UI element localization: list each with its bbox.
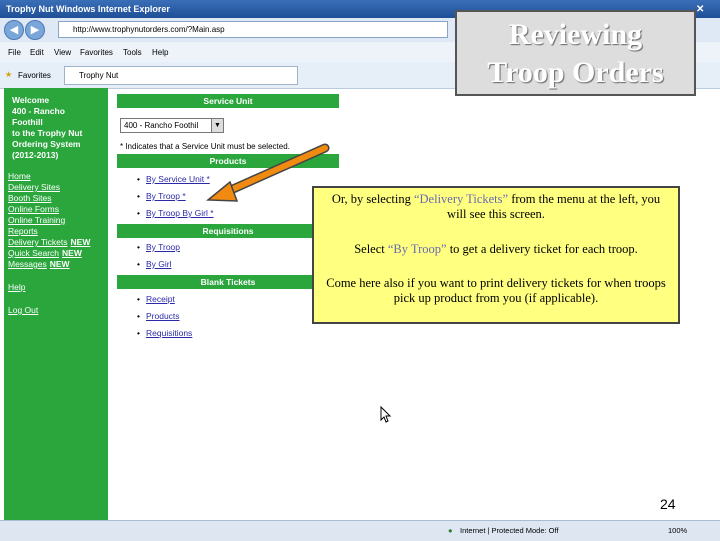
link-products-by-troop[interactable]: By Troop * (137, 191, 186, 202)
sidebar-link-label: Home (8, 171, 31, 181)
link-products-by-troop-by-girl[interactable]: By Troop By Girl * (137, 208, 214, 219)
sidebar-link-label: Online Training (8, 215, 66, 225)
callout-highlight: “By Troop” (387, 242, 447, 256)
sidebar-link-booth-sites[interactable]: Booth Sites (8, 193, 51, 204)
sidebar-link-online-forms[interactable]: Online Forms (8, 204, 59, 215)
service-unit-select-value: 400 - Rancho Foothil (124, 121, 199, 130)
new-badge: NEW (70, 237, 91, 247)
callout-highlight: “Delivery Tickets” (413, 192, 509, 206)
link-requisitions-by-girl[interactable]: By Girl (137, 259, 171, 270)
forward-button[interactable]: ▶ (25, 20, 45, 40)
sidebar-link-logout[interactable]: Log Out (8, 305, 38, 316)
link-requisitions-by-troop[interactable]: By Troop (137, 242, 180, 253)
new-badge: NEW (62, 248, 82, 258)
welcome-line: Foothill (12, 117, 43, 127)
sidebar-link-label: Quick Search (8, 248, 60, 258)
sidebar-link-messages[interactable]: Messages NEW (8, 259, 70, 270)
slide-title-line: Reviewing (508, 18, 643, 51)
callout-paragraph: Come here also if you want to print deli… (326, 276, 666, 305)
callout-text: to get a delivery ticket for each troop. (446, 242, 638, 256)
sidebar-link-delivery-sites[interactable]: Delivery Sites (8, 182, 60, 193)
service-unit-note: * Indicates that a Service Unit must be … (120, 142, 290, 151)
menu-item-help[interactable]: Help (152, 48, 168, 57)
tab-label: Trophy Nut (79, 71, 119, 80)
sidebar-link-home[interactable]: Home (8, 171, 31, 182)
chevron-down-icon[interactable]: ▼ (211, 119, 223, 132)
sidebar-link-label: Delivery Sites (8, 182, 60, 192)
welcome-line: (2012-2013) (12, 150, 59, 160)
sidebar-link-delivery-tickets[interactable]: Delivery Tickets NEW (8, 237, 90, 248)
callout-text: Select (354, 242, 388, 256)
link-blank-requisitions[interactable]: Requisitions (137, 328, 192, 339)
sidebar-link-label: Delivery Tickets (8, 237, 68, 247)
callout-paragraph: Or, by selecting “Delivery Tickets” from… (322, 192, 670, 222)
service-unit-header: Service Unit (117, 94, 339, 108)
sidebar-link-reports[interactable]: Reports (8, 226, 38, 237)
menu-item-view[interactable]: View (54, 48, 71, 57)
callout-paragraph: Select “By Troop” to get a delivery tick… (322, 242, 670, 257)
star-icon: ★ (5, 70, 13, 79)
requisitions-header: Requisitions (117, 224, 339, 238)
link-products-by-service-unit[interactable]: By Service Unit * (137, 174, 210, 185)
sidebar: Welcome 400 - Rancho Foothill to the Tro… (4, 88, 108, 520)
browser-tab[interactable]: Trophy Nut (64, 66, 298, 85)
sidebar-link-label: Messages (8, 259, 47, 269)
welcome-line: 400 - Rancho (12, 106, 65, 116)
welcome-line: Welcome (12, 95, 50, 105)
welcome-line: Ordering System (12, 139, 81, 149)
security-zone-text: Internet | Protected Mode: Off (460, 526, 559, 535)
sidebar-link-online-training[interactable]: Online Training (8, 215, 65, 226)
blank-tickets-header: Blank Tickets (117, 275, 339, 289)
window-title: Trophy Nut Windows Internet Explorer (6, 4, 170, 14)
link-blank-products[interactable]: Products (137, 311, 179, 322)
sidebar-link-label: Reports (8, 226, 38, 236)
menu-item-favorites[interactable]: Favorites (80, 48, 113, 57)
menu-item-edit[interactable]: Edit (30, 48, 44, 57)
status-bar: ● Internet | Protected Mode: Off 100% (0, 520, 720, 541)
instruction-callout: Or, by selecting “Delivery Tickets” from… (312, 186, 680, 324)
menu-item-tools[interactable]: Tools (123, 48, 142, 57)
favorites-button[interactable]: Favorites (18, 71, 51, 80)
zoom-level[interactable]: 100% (668, 526, 687, 535)
sidebar-link-quick-search[interactable]: Quick Search NEW (8, 248, 82, 259)
sidebar-link-label: Online Forms (8, 204, 60, 214)
slide-page-number: 24 (660, 496, 676, 512)
back-button[interactable]: ◀ (4, 20, 24, 40)
slide-title-line: Troop Orders (487, 56, 664, 89)
globe-icon: ● (448, 526, 453, 535)
sidebar-link-label: Booth Sites (8, 193, 52, 203)
close-window-icon[interactable]: ✕ (696, 4, 704, 15)
mouse-cursor-icon (380, 406, 392, 423)
slide-title-box: Reviewing Troop Orders (455, 10, 696, 96)
menu-item-file[interactable]: File (8, 48, 21, 57)
service-unit-select[interactable]: 400 - Rancho Foothil ▼ (120, 118, 224, 133)
new-badge: NEW (49, 259, 70, 269)
address-bar[interactable]: http://www.trophynutorders.com/?Main.asp (58, 21, 448, 38)
link-blank-receipt[interactable]: Receipt (137, 294, 175, 305)
address-text: http://www.trophynutorders.com/?Main.asp (73, 25, 225, 34)
welcome-line: to the Trophy Nut (12, 128, 83, 138)
callout-text: Or, by selecting (331, 192, 414, 206)
sidebar-link-help[interactable]: Help (8, 282, 25, 293)
products-header: Products (117, 154, 339, 168)
